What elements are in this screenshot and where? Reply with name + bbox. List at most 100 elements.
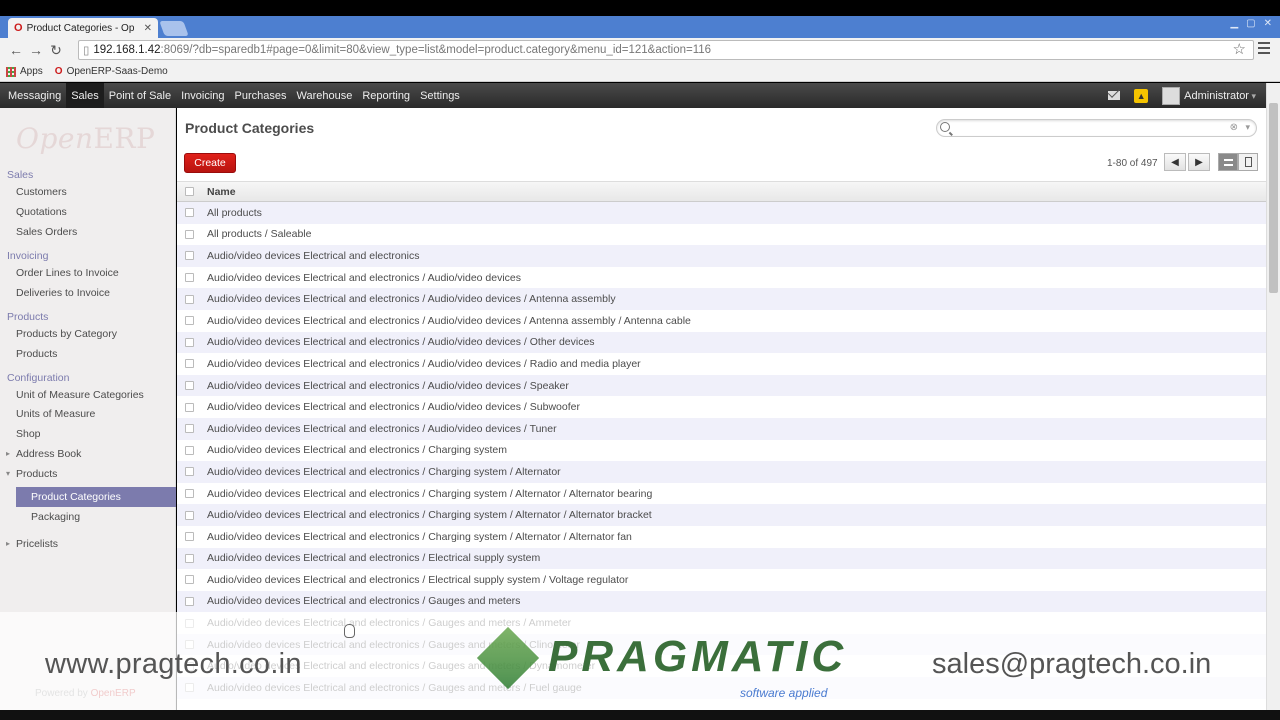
sidebar-item-quotations[interactable]: Quotations [16, 206, 67, 218]
menu-messaging[interactable]: Messaging [3, 83, 66, 108]
table-row[interactable]: Audio/video devices Electrical and elect… [177, 547, 1266, 570]
menu-point-of-sale[interactable]: Point of Sale [104, 83, 176, 108]
row-checkbox[interactable] [185, 445, 194, 455]
table-row[interactable]: Audio/video devices Electrical and elect… [177, 504, 1266, 526]
search-input[interactable] [955, 121, 1225, 135]
row-checkbox[interactable] [185, 381, 194, 391]
pager-next-button[interactable]: ▶ [1188, 153, 1210, 171]
table-row[interactable]: Audio/video devices Electrical and elect… [177, 309, 1266, 332]
table-row[interactable]: Audio/video devices Electrical and elect… [177, 590, 1266, 613]
bookmark-openerp-demo[interactable]: O OpenERP-Saas-Demo [55, 66, 168, 77]
search-box[interactable]: ⊗ ▾ [936, 119, 1257, 137]
sidebar-item-customers[interactable]: Customers [16, 186, 67, 198]
maximize-icon[interactable]: ▢ [1246, 18, 1255, 29]
sidebar-item-address-book[interactable]: Address Book [6, 448, 81, 460]
scrollbar-thumb[interactable] [1269, 103, 1278, 293]
pager-previous-button[interactable]: ◀ [1164, 153, 1186, 171]
page-scrollbar[interactable] [1266, 83, 1280, 710]
sidebar-item-pricelists[interactable]: Pricelists [6, 538, 58, 550]
table-row[interactable]: Audio/video devices Electrical and elect… [177, 417, 1266, 440]
row-checkbox[interactable] [185, 532, 194, 542]
chat-icon[interactable]: ▲ [1134, 88, 1149, 103]
row-checkbox[interactable] [185, 229, 194, 239]
browser-tab[interactable]: O Product Categories - Op ✕ [8, 18, 158, 38]
table-row[interactable]: Audio/video devices Electrical and elect… [177, 525, 1266, 548]
row-checkbox[interactable] [185, 359, 194, 369]
table-row[interactable]: Audio/video devices Electrical and elect… [177, 461, 1266, 483]
mail-icon[interactable] [1108, 91, 1121, 100]
table-row[interactable]: All products [177, 202, 1266, 224]
table-row[interactable]: All products / Saleable [177, 223, 1266, 246]
forward-icon[interactable]: → [26, 42, 46, 58]
menu-warehouse[interactable]: Warehouse [292, 83, 358, 108]
sidebar-item-uom-categories[interactable]: Unit of Measure Categories [16, 389, 144, 401]
sidebar-item-units-of-measure[interactable]: Units of Measure [16, 408, 95, 420]
pragmatic-logo-mark [476, 626, 540, 690]
bookmark-star-icon[interactable]: ☆ [1233, 40, 1246, 58]
sidebar-item-config-products[interactable]: Products [6, 468, 58, 480]
row-checkbox[interactable] [185, 251, 194, 261]
row-checkbox[interactable] [185, 424, 194, 434]
row-checkbox[interactable] [185, 402, 194, 412]
sidebar-item-products[interactable]: Products [16, 348, 57, 360]
table-row[interactable]: Audio/video devices Electrical and elect… [177, 353, 1266, 375]
new-tab-button[interactable] [159, 21, 189, 36]
openerp-logo[interactable]: OpenERP [16, 122, 155, 155]
avatar[interactable] [1162, 86, 1181, 105]
sidebar-item-product-categories[interactable]: Product Categories [16, 487, 176, 507]
row-checkbox[interactable] [185, 294, 194, 304]
row-checkbox[interactable] [185, 618, 194, 628]
sidebar-item-sales-orders[interactable]: Sales Orders [16, 226, 77, 238]
row-checkbox[interactable] [185, 467, 194, 477]
table-row[interactable]: Audio/video devices Electrical and elect… [177, 439, 1266, 462]
menu-invoicing[interactable]: Invoicing [176, 83, 229, 108]
back-icon[interactable]: ← [6, 42, 26, 58]
bookmark-apps[interactable]: Apps [6, 66, 43, 77]
menu-reporting[interactable]: Reporting [357, 83, 415, 108]
sidebar-item-deliveries-to-invoice[interactable]: Deliveries to Invoice [16, 287, 110, 299]
reload-icon[interactable]: ↻ [46, 42, 66, 59]
menu-sales[interactable]: Sales [66, 83, 104, 108]
row-checkbox[interactable] [185, 337, 194, 347]
row-checkbox[interactable] [185, 316, 194, 326]
list-view-button[interactable] [1218, 153, 1238, 171]
table-row[interactable]: Audio/video devices Electrical and elect… [177, 482, 1266, 505]
address-bar[interactable]: ▯ 192.168.1.42:8069/?db=sparedb1#page=0&… [78, 40, 1254, 60]
table-row[interactable]: Audio/video devices Electrical and elect… [177, 245, 1266, 267]
row-checkbox[interactable] [185, 510, 194, 520]
minimize-icon[interactable]: ▁ [1230, 18, 1238, 29]
sidebar-item-order-lines-to-invoice[interactable]: Order Lines to Invoice [16, 267, 119, 279]
row-checkbox[interactable] [185, 489, 194, 499]
search-options-icon[interactable]: ▾ [1245, 122, 1250, 133]
menu-purchases[interactable]: Purchases [230, 83, 292, 108]
powered-by-brand[interactable]: OpenERP [91, 688, 136, 699]
row-checkbox[interactable] [185, 273, 194, 283]
create-button[interactable]: Create [184, 153, 236, 173]
row-checkbox[interactable] [185, 683, 194, 693]
sidebar-item-shop[interactable]: Shop [16, 428, 41, 440]
select-all-checkbox[interactable] [185, 187, 194, 196]
sidebar-item-packaging[interactable]: Packaging [31, 511, 80, 523]
category-name: Audio/video devices Electrical and elect… [207, 379, 569, 392]
row-checkbox[interactable] [185, 575, 194, 585]
row-checkbox[interactable] [185, 553, 194, 563]
row-checkbox[interactable] [185, 596, 194, 606]
table-row[interactable]: Audio/video devices Electrical and elect… [177, 288, 1266, 310]
table-row[interactable]: Audio/video devices Electrical and elect… [177, 266, 1266, 289]
table-row[interactable]: Audio/video devices Electrical and elect… [177, 374, 1266, 397]
form-view-button[interactable] [1238, 153, 1258, 171]
close-window-icon[interactable]: ✕ [1264, 18, 1272, 29]
clear-search-icon[interactable]: ⊗ [1230, 122, 1238, 133]
column-header-name[interactable]: Name [207, 186, 236, 198]
menu-settings[interactable]: Settings [415, 83, 465, 108]
table-row[interactable]: Audio/video devices Electrical and elect… [177, 569, 1266, 591]
sidebar-item-products-by-category[interactable]: Products by Category [16, 328, 117, 340]
pager-value[interactable]: 1-80 of 497 [1107, 158, 1158, 169]
browser-menu-icon[interactable] [1258, 42, 1270, 54]
user-menu[interactable]: Administrator [1184, 90, 1256, 102]
table-row[interactable]: Audio/video devices Electrical and elect… [177, 331, 1266, 354]
close-tab-icon[interactable]: ✕ [144, 23, 152, 34]
row-checkbox[interactable] [185, 208, 194, 218]
table-row[interactable]: Audio/video devices Electrical and elect… [177, 396, 1266, 418]
opera-icon: O [14, 22, 23, 34]
